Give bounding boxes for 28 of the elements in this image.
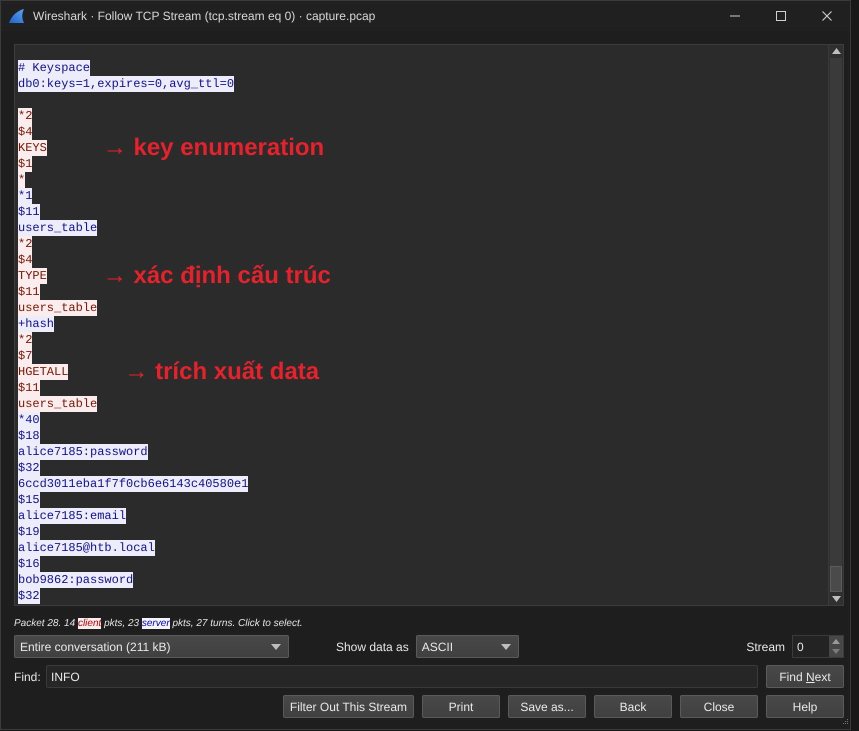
scrollbar-thumb[interactable] [830,566,842,592]
caret-down-icon[interactable] [500,644,511,650]
find-field[interactable]: INFO [46,665,758,688]
help-button[interactable]: Help [766,695,844,718]
annotation-text: → key enumeration [102,134,324,162]
filter-out-stream-button[interactable]: Filter Out This Stream [282,695,414,718]
shark-fin-icon [8,8,25,24]
scroll-up-icon[interactable] [832,47,840,55]
maximize-icon[interactable] [776,11,786,21]
stream-spinbox[interactable]: 0 [792,635,844,658]
conversation-dropdown[interactable]: Entire conversation (211 kB) [14,635,289,658]
close-icon[interactable] [822,11,832,21]
scroll-down-icon[interactable] [832,595,840,603]
stream-label: Stream [746,640,785,654]
back-button[interactable]: Back [594,695,672,718]
find-label: Find: [14,670,42,684]
vertical-scrollbar[interactable] [828,45,843,605]
caret-down-icon[interactable] [271,644,281,650]
window-title: Wireshark · Follow TCP Stream (tcp.stream eq 0) · capture.pcap [33,9,376,23]
annotation-text: → xác định cấu trúc [102,262,331,290]
annotation-text: → trích xuất data [124,358,320,386]
show-data-as-label: Show data as [336,640,409,654]
spin-up-icon[interactable] [832,638,840,644]
save-as-button[interactable]: Save as... [508,695,586,718]
data-format-dropdown[interactable]: ASCII [416,635,519,658]
close-button[interactable]: Close [680,695,758,718]
find-next-button[interactable]: Find Next [766,665,844,688]
print-button[interactable]: Print [422,695,500,718]
